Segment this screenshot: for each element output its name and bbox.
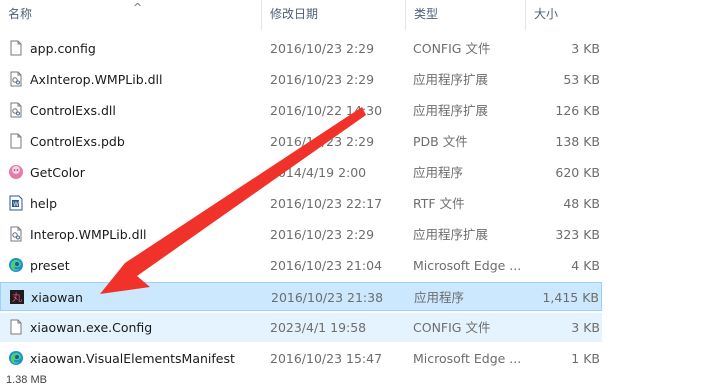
file-row[interactable]: Whelp 2016/10/23 22:17 RTF 文件 48 KB: [0, 189, 602, 218]
file-type: 应用程序扩展: [413, 72, 489, 87]
file-date-modified: 2016/10/23 21:38: [271, 290, 384, 305]
file-name: xiaowan: [31, 290, 83, 305]
getcolor-app-icon: [8, 164, 24, 180]
dll-file-icon: [8, 71, 24, 87]
file-row[interactable]: Interop.WMPLib.dll 2016/10/23 2:29 应用程序扩展 3…: [0, 220, 602, 249]
file-row[interactable]: xiaowan.VisualElementsManifest 2016/10/23…: [0, 344, 602, 373]
file-date-modified: 2016/10/23 2:29: [270, 134, 375, 149]
file-size: 48 KB: [563, 196, 600, 211]
file-date-modified: 2016/10/23 22:17: [270, 196, 383, 211]
xiaowan-app-icon: 丸: [9, 289, 25, 305]
file-name: ControlExs.dll: [30, 103, 116, 118]
file-date-modified: 2014/4/19 2:00: [270, 165, 367, 180]
svg-text:W: W: [13, 201, 19, 208]
pdb-file-icon: [8, 133, 24, 149]
file-size: 323 KB: [555, 227, 600, 242]
file-type: 应用程序扩展: [413, 103, 489, 118]
file-size: 4 KB: [571, 258, 600, 273]
file-row[interactable]: app.config 2016/10/23 2:29 CONFIG 文件 3 KB: [0, 34, 602, 63]
file-size: 53 KB: [563, 72, 600, 87]
column-header-bar: 名称 ^ 修改日期 类型 大小: [0, 0, 724, 30]
file-size: 1 KB: [571, 351, 600, 366]
column-header-type-label: 类型: [414, 7, 439, 21]
file-name: GetColor: [30, 165, 85, 180]
file-type: 应用程序: [414, 290, 465, 305]
file-name: Interop.WMPLib.dll: [30, 227, 147, 242]
dll-file-icon: [8, 226, 24, 242]
sort-ascending-icon: ^: [133, 1, 143, 14]
file-type: PDB 文件: [413, 134, 468, 149]
column-header-size[interactable]: 大小: [526, 0, 606, 30]
column-header-size-label: 大小: [534, 7, 559, 21]
column-header-type[interactable]: 类型: [406, 0, 526, 30]
file-type: 应用程序扩展: [413, 227, 489, 242]
column-header-name-label: 名称: [8, 7, 33, 21]
file-row[interactable]: xiaowan.exe.Config 2023/4/1 19:58 CONFIG 文…: [0, 313, 602, 342]
file-date-modified: 2016/10/22 14:30: [270, 103, 383, 118]
column-header-date-label: 修改日期: [270, 7, 319, 21]
file-name: AxInterop.WMPLib.dll: [30, 72, 163, 87]
rtf-file-icon: W: [8, 195, 24, 211]
file-name: xiaowan.VisualElementsManifest: [30, 351, 235, 366]
column-header-name[interactable]: 名称 ^: [0, 0, 262, 30]
file-date-modified: 2016/10/23 21:04: [270, 258, 383, 273]
file-type: Microsoft Edge ...: [413, 351, 522, 366]
file-name: help: [30, 196, 58, 211]
file-size: 3 KB: [571, 320, 600, 335]
file-row[interactable]: GetColor 2014/4/19 2:00 应用程序 620 KB: [0, 158, 602, 187]
file-name: preset: [30, 258, 70, 273]
file-row[interactable]: ControlExs.pdb 2016/10/23 2:29 PDB 文件 138 K…: [0, 127, 602, 156]
file-row[interactable]: 丸 xiaowan 2016/10/23 21:38 应用程序 1,415 KB: [0, 282, 602, 311]
file-row[interactable]: AxInterop.WMPLib.dll 2016/10/23 2:29 应用程序扩…: [0, 65, 602, 94]
file-size: 3 KB: [571, 41, 600, 56]
file-type: Microsoft Edge ...: [413, 258, 522, 273]
file-name: ControlExs.pdb: [30, 134, 125, 149]
dll-file-icon: [8, 102, 24, 118]
column-header-date[interactable]: 修改日期: [262, 0, 406, 30]
file-name: app.config: [30, 41, 96, 56]
file-date-modified: 2023/4/1 19:58: [270, 320, 367, 335]
file-type: CONFIG 文件: [413, 41, 491, 56]
file-row[interactable]: ControlExs.dll 2016/10/22 14:30 应用程序扩展 126 …: [0, 96, 602, 125]
file-name: xiaowan.exe.Config: [30, 320, 153, 335]
config-file-icon: [8, 319, 24, 335]
edge-icon: [8, 257, 24, 273]
file-size: 620 KB: [555, 165, 600, 180]
file-type: RTF 文件: [413, 196, 465, 211]
file-size: 1,415 KB: [542, 290, 599, 305]
status-bar-text: 1.38 MB: [6, 374, 47, 386]
file-date-modified: 2016/10/23 15:47: [270, 351, 383, 366]
file-row[interactable]: preset 2016/10/23 21:04 Microsoft Edge ...…: [0, 251, 602, 280]
file-type: 应用程序: [413, 165, 464, 180]
file-size: 138 KB: [555, 134, 600, 149]
config-file-icon: [8, 40, 24, 56]
file-size: 126 KB: [555, 103, 600, 118]
file-date-modified: 2016/10/23 2:29: [270, 41, 375, 56]
file-date-modified: 2016/10/23 2:29: [270, 72, 375, 87]
edge-icon: [8, 350, 24, 366]
svg-text:丸: 丸: [12, 291, 22, 304]
file-type: CONFIG 文件: [413, 320, 491, 335]
file-date-modified: 2016/10/23 2:29: [270, 227, 375, 242]
